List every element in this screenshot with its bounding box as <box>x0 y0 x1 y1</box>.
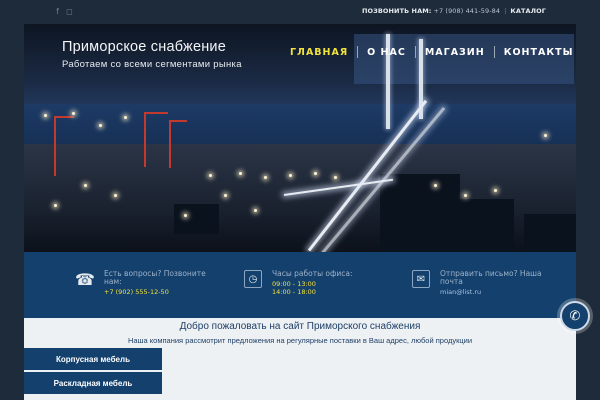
sidebar-item-folding-furniture[interactable]: Раскладная мебель <box>24 372 162 396</box>
mail-icon: ✉ <box>412 270 430 288</box>
floating-call-button[interactable]: ✆ <box>560 301 590 331</box>
hero-banner: Приморское снабжение Работаем со всеми с… <box>24 24 576 252</box>
nav-divider <box>357 46 359 58</box>
top-bar: f ◻ ПОЗВОНИТЬ НАМ: +7 (908) 441-59-84 | … <box>0 0 600 24</box>
info-bar: ☎ Есть вопросы? Позвоните нам: +7 (902) … <box>24 252 576 318</box>
header-phone[interactable]: +7 (908) 441-59-84 <box>433 7 500 15</box>
nav-shop[interactable]: МАГАЗИН <box>425 47 485 58</box>
nav-divider <box>493 46 495 58</box>
welcome-subtitle: Наша компания рассмотрит предложения на … <box>127 336 473 345</box>
top-links: ПОЗВОНИТЬ НАМ: +7 (908) 441-59-84 | КАТА… <box>362 7 546 15</box>
callback-label: ПОЗВОНИТЬ НАМ: <box>361 7 432 15</box>
info-hours: ◷ Часы работы офиса: 09:00 - 13:00 14:00… <box>244 270 382 296</box>
catalog-link[interactable]: КАТАЛОГ <box>510 7 546 15</box>
welcome-section: Добро пожаловать на сайт Приморского сна… <box>24 318 576 400</box>
nav-contacts[interactable]: КОНТАКТЫ <box>504 47 574 58</box>
site-subtitle: Работаем со всеми сегментами рынка <box>62 59 242 70</box>
nav-divider <box>414 46 416 58</box>
sidebar-item-cabinet-furniture[interactable]: Корпусная мебель <box>24 348 162 372</box>
mail-address[interactable]: mian@list.ru <box>440 288 550 296</box>
nav-about[interactable]: О НАС <box>367 47 406 58</box>
clock-icon: ◷ <box>244 270 262 288</box>
telephone-icon: ☎ <box>75 269 95 289</box>
city-lights <box>24 84 576 252</box>
nav-home[interactable]: ГЛАВНАЯ <box>290 47 348 58</box>
hours-afternoon: 14:00 - 18:00 <box>272 288 316 296</box>
facebook-icon[interactable]: f <box>54 7 61 16</box>
call-label: Есть вопросы? Позвоните нам: <box>104 269 206 286</box>
social-links: f ◻ <box>54 7 73 16</box>
category-sidebar: Корпусная мебель Раскладная мебель <box>24 348 162 396</box>
brand: Приморское снабжение Работаем со всеми с… <box>62 39 242 70</box>
hours-morning: 09:00 - 13:00 <box>272 280 316 288</box>
call-phone[interactable]: +7 (902) 555-12-50 <box>104 288 214 296</box>
top-separator: | <box>504 7 507 15</box>
instagram-icon[interactable]: ◻ <box>66 7 73 16</box>
hours-label: Часы работы офиса: <box>272 269 353 278</box>
main-nav: ГЛАВНАЯ О НАС МАГАЗИН КОНТАКТЫ <box>290 46 573 58</box>
mail-label: Отправить письмо? Наша почта <box>440 269 542 286</box>
info-mail: ✉ Отправить письмо? Наша почта mian@list… <box>412 270 550 296</box>
welcome-title: Добро пожаловать на сайт Приморского сна… <box>179 321 421 332</box>
site-title[interactable]: Приморское снабжение <box>62 39 242 55</box>
phone-icon: ✆ <box>569 308 581 324</box>
info-call: ☎ Есть вопросы? Позвоните нам: +7 (902) … <box>75 269 214 297</box>
